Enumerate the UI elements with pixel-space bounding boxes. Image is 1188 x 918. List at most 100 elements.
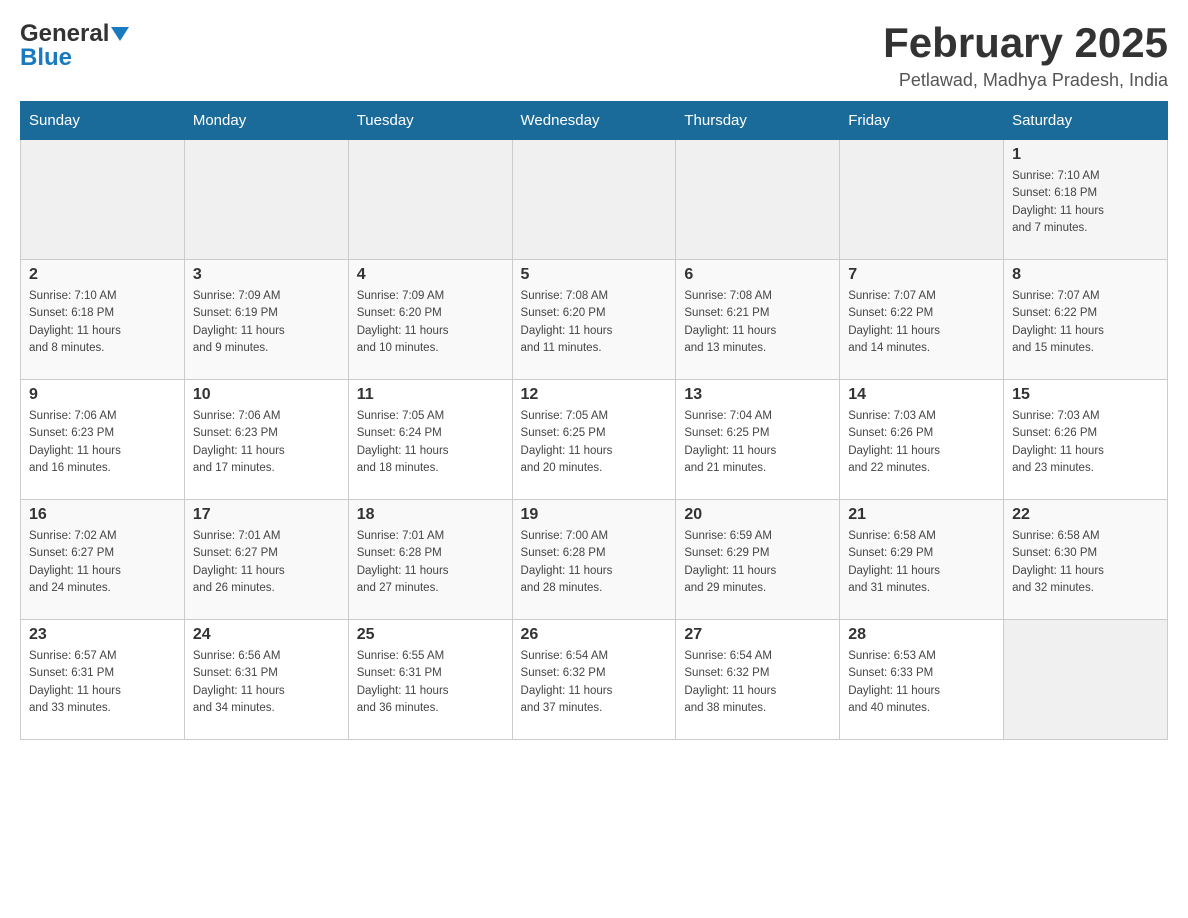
- day-info: Sunrise: 6:55 AMSunset: 6:31 PMDaylight:…: [357, 648, 504, 717]
- calendar-cell: 28Sunrise: 6:53 AMSunset: 6:33 PMDayligh…: [840, 620, 1004, 740]
- calendar-cell: 17 Sunrise: 7:01 AMSunset: 6:27 PMDayligh…: [184, 500, 348, 620]
- day-number: 7: [848, 266, 995, 284]
- logo: General Blue: [20, 20, 129, 72]
- day-info: Sunrise: 7:05 AMSunset: 6:25 PMDaylight:…: [521, 408, 668, 477]
- day-number: 22: [1012, 506, 1159, 524]
- weekday-header-tuesday: Tuesday: [348, 102, 512, 140]
- calendar-cell: 5 Sunrise: 7:08 AMSunset: 6:20 PMDaylight…: [512, 260, 676, 380]
- weekday-header-wednesday: Wednesday: [512, 102, 676, 140]
- calendar-cell: 6 Sunrise: 7:08 AMSunset: 6:21 PMDaylight…: [676, 260, 840, 380]
- calendar-cell: [840, 140, 1004, 260]
- day-info: Sunrise: 6:58 AMSunset: 6:29 PMDaylight:…: [848, 528, 995, 597]
- calendar-cell: 26 Sunrise: 6:54 AMSunset: 6:32 PMDayligh…: [512, 620, 676, 740]
- calendar-cell: [348, 140, 512, 260]
- calendar-week-row: 16Sunrise: 7:02 AMSunset: 6:27 PMDayligh…: [21, 500, 1168, 620]
- day-info: Sunrise: 7:06 AMSunset: 6:23 PMDaylight:…: [193, 408, 340, 477]
- day-number: 25: [357, 626, 504, 644]
- day-info: Sunrise: 7:09 AMSunset: 6:20 PMDaylight:…: [357, 288, 504, 357]
- day-number: 21: [848, 506, 995, 524]
- calendar-cell: 2Sunrise: 7:10 AMSunset: 6:18 PMDaylight…: [21, 260, 185, 380]
- calendar-cell: 7 Sunrise: 7:07 AMSunset: 6:22 PMDaylight…: [840, 260, 1004, 380]
- day-info: Sunrise: 7:01 AMSunset: 6:27 PMDaylight:…: [193, 528, 340, 597]
- day-info: Sunrise: 7:08 AMSunset: 6:20 PMDaylight:…: [521, 288, 668, 357]
- day-info: Sunrise: 7:05 AMSunset: 6:24 PMDaylight:…: [357, 408, 504, 477]
- calendar-cell: 12 Sunrise: 7:05 AMSunset: 6:25 PMDayligh…: [512, 380, 676, 500]
- day-number: 1: [1012, 146, 1159, 164]
- calendar-cell: 23 Sunrise: 6:57 AMSunset: 6:31 PMDayligh…: [21, 620, 185, 740]
- calendar-cell: 25 Sunrise: 6:55 AMSunset: 6:31 PMDayligh…: [348, 620, 512, 740]
- calendar-cell: [184, 140, 348, 260]
- day-info: Sunrise: 6:56 AMSunset: 6:31 PMDaylight:…: [193, 648, 340, 717]
- day-number: 20: [684, 506, 831, 524]
- day-info: Sunrise: 7:06 AMSunset: 6:23 PMDaylight:…: [29, 408, 176, 477]
- calendar-cell: 4 Sunrise: 7:09 AMSunset: 6:20 PMDaylight…: [348, 260, 512, 380]
- day-info: Sunrise: 6:58 AMSunset: 6:30 PMDaylight:…: [1012, 528, 1159, 597]
- calendar-cell: 19 Sunrise: 7:00 AMSunset: 6:28 PMDayligh…: [512, 500, 676, 620]
- day-number: 18: [357, 506, 504, 524]
- day-info: Sunrise: 6:53 AMSunset: 6:33 PMDaylight:…: [848, 648, 995, 717]
- page-header: General Blue February 2025 Petlawad, Mad…: [20, 20, 1168, 91]
- logo-triangle-icon: [111, 27, 129, 41]
- day-info: Sunrise: 7:04 AMSunset: 6:25 PMDaylight:…: [684, 408, 831, 477]
- logo-blue: Blue: [20, 44, 72, 72]
- day-number: 15: [1012, 386, 1159, 404]
- calendar-cell: 20 Sunrise: 6:59 AMSunset: 6:29 PMDayligh…: [676, 500, 840, 620]
- calendar-cell: 11 Sunrise: 7:05 AMSunset: 6:24 PMDayligh…: [348, 380, 512, 500]
- calendar-cell: 21 Sunrise: 6:58 AMSunset: 6:29 PMDayligh…: [840, 500, 1004, 620]
- calendar-cell: 9 Sunrise: 7:06 AMSunset: 6:23 PMDaylight…: [21, 380, 185, 500]
- calendar-week-row: 1Sunrise: 7:10 AMSunset: 6:18 PMDaylight…: [21, 140, 1168, 260]
- day-info: Sunrise: 6:57 AMSunset: 6:31 PMDaylight:…: [29, 648, 176, 717]
- weekday-header-monday: Monday: [184, 102, 348, 140]
- weekday-header-saturday: Saturday: [1004, 102, 1168, 140]
- calendar-week-row: 9 Sunrise: 7:06 AMSunset: 6:23 PMDaylight…: [21, 380, 1168, 500]
- calendar-cell: 22 Sunrise: 6:58 AMSunset: 6:30 PMDayligh…: [1004, 500, 1168, 620]
- day-number: 19: [521, 506, 668, 524]
- weekday-header-thursday: Thursday: [676, 102, 840, 140]
- day-number: 23: [29, 626, 176, 644]
- day-number: 12: [521, 386, 668, 404]
- day-info: Sunrise: 7:03 AMSunset: 6:26 PMDaylight:…: [1012, 408, 1159, 477]
- day-number: 10: [193, 386, 340, 404]
- day-number: 17: [193, 506, 340, 524]
- day-number: 4: [357, 266, 504, 284]
- day-info: Sunrise: 6:54 AMSunset: 6:32 PMDaylight:…: [684, 648, 831, 717]
- calendar-cell: 3 Sunrise: 7:09 AMSunset: 6:19 PMDaylight…: [184, 260, 348, 380]
- day-info: Sunrise: 7:01 AMSunset: 6:28 PMDaylight:…: [357, 528, 504, 597]
- day-info: Sunrise: 7:09 AMSunset: 6:19 PMDaylight:…: [193, 288, 340, 357]
- day-info: Sunrise: 7:02 AMSunset: 6:27 PMDaylight:…: [29, 528, 176, 597]
- day-info: Sunrise: 6:59 AMSunset: 6:29 PMDaylight:…: [684, 528, 831, 597]
- day-number: 24: [193, 626, 340, 644]
- day-number: 2: [29, 266, 176, 284]
- day-number: 8: [1012, 266, 1159, 284]
- calendar-cell: 15 Sunrise: 7:03 AMSunset: 6:26 PMDayligh…: [1004, 380, 1168, 500]
- weekday-header-friday: Friday: [840, 102, 1004, 140]
- calendar-cell: 27 Sunrise: 6:54 AMSunset: 6:32 PMDayligh…: [676, 620, 840, 740]
- day-number: 27: [684, 626, 831, 644]
- day-info: Sunrise: 7:08 AMSunset: 6:21 PMDaylight:…: [684, 288, 831, 357]
- calendar-week-row: 2Sunrise: 7:10 AMSunset: 6:18 PMDaylight…: [21, 260, 1168, 380]
- day-info: Sunrise: 7:03 AMSunset: 6:26 PMDaylight:…: [848, 408, 995, 477]
- calendar-cell: [1004, 620, 1168, 740]
- calendar-header-row: SundayMondayTuesdayWednesdayThursdayFrid…: [21, 102, 1168, 140]
- calendar-cell: 13 Sunrise: 7:04 AMSunset: 6:25 PMDayligh…: [676, 380, 840, 500]
- day-number: 3: [193, 266, 340, 284]
- title-section: February 2025 Petlawad, Madhya Pradesh, …: [883, 20, 1168, 91]
- weekday-header-sunday: Sunday: [21, 102, 185, 140]
- calendar-cell: 1Sunrise: 7:10 AMSunset: 6:18 PMDaylight…: [1004, 140, 1168, 260]
- day-number: 13: [684, 386, 831, 404]
- day-info: Sunrise: 7:07 AMSunset: 6:22 PMDaylight:…: [1012, 288, 1159, 357]
- day-number: 11: [357, 386, 504, 404]
- day-info: Sunrise: 7:07 AMSunset: 6:22 PMDaylight:…: [848, 288, 995, 357]
- day-info: Sunrise: 7:00 AMSunset: 6:28 PMDaylight:…: [521, 528, 668, 597]
- calendar-cell: 10 Sunrise: 7:06 AMSunset: 6:23 PMDayligh…: [184, 380, 348, 500]
- month-title: February 2025: [883, 20, 1168, 66]
- location: Petlawad, Madhya Pradesh, India: [883, 70, 1168, 91]
- day-number: 9: [29, 386, 176, 404]
- day-info: Sunrise: 6:54 AMSunset: 6:32 PMDaylight:…: [521, 648, 668, 717]
- day-number: 5: [521, 266, 668, 284]
- day-number: 26: [521, 626, 668, 644]
- calendar-cell: 8 Sunrise: 7:07 AMSunset: 6:22 PMDaylight…: [1004, 260, 1168, 380]
- calendar-cell: 16Sunrise: 7:02 AMSunset: 6:27 PMDayligh…: [21, 500, 185, 620]
- calendar-cell: [676, 140, 840, 260]
- day-number: 6: [684, 266, 831, 284]
